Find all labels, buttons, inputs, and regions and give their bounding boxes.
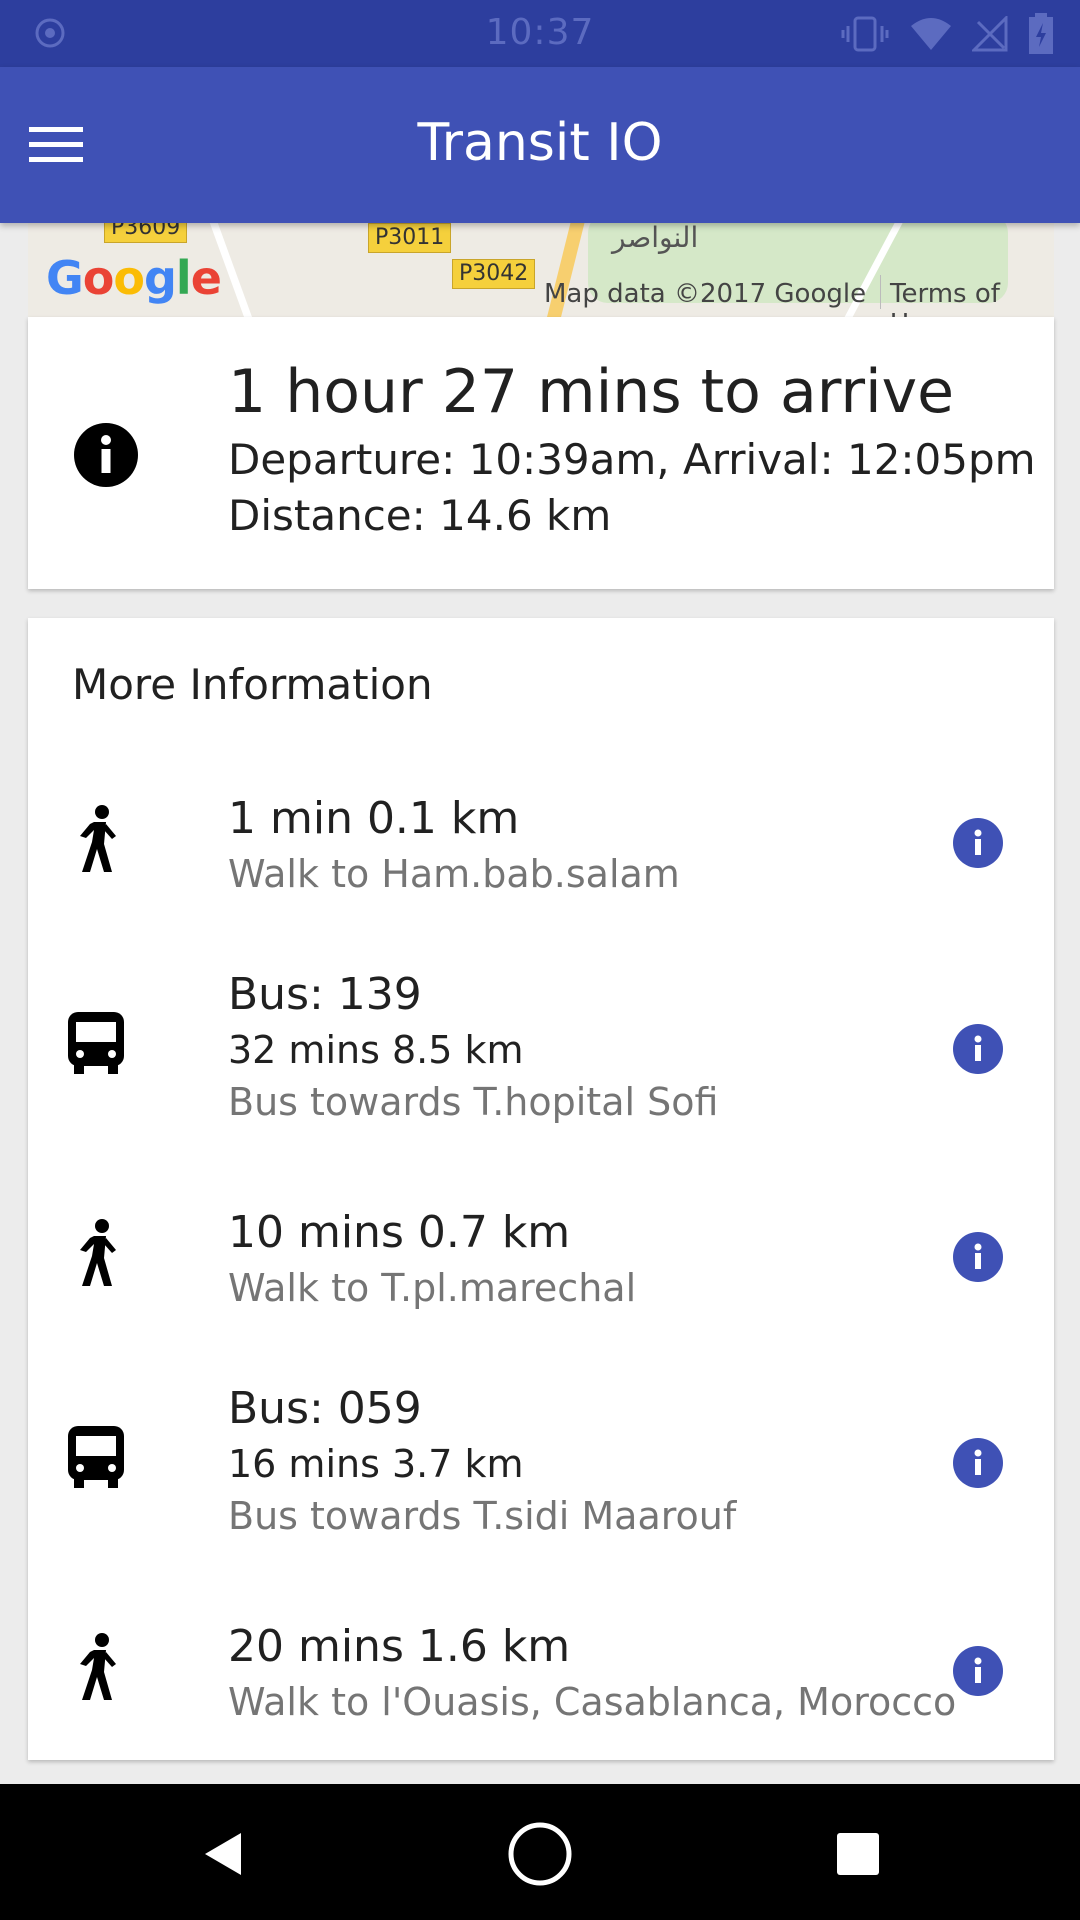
info-icon [974,1243,982,1269]
step-description: Walk to l'Ouasis, Casablanca, Morocco [228,1680,957,1724]
trip-duration: 1 hour 27 mins to arrive [228,357,955,427]
home-button[interactable] [500,1814,580,1894]
recents-square-icon [837,1833,879,1875]
step-text: Bus: 139 32 mins 8.5 km Bus towards T.ho… [228,966,718,1128]
bus-icon [68,1012,124,1074]
walk-icon [80,1219,116,1286]
trip-distance: Distance: 14.6 km [228,491,612,540]
walk-icon [80,1633,116,1700]
step-description: Walk to T.pl.marechal [228,1266,637,1310]
more-information-card: More Information 1 min 0.1 km Walk to Ha… [28,618,1054,1760]
info-icon [974,1657,982,1683]
step-duration: 20 mins 1.6 km [228,1621,571,1672]
step-duration: 10 mins 0.7 km [228,1207,571,1258]
route-step[interactable]: Bus: 139 32 mins 8.5 km Bus towards T.ho… [28,968,1054,1124]
walk-icon [80,805,116,872]
status-bar: 10:37 [0,0,1080,67]
info-icon [974,1449,982,1475]
info-icon [74,423,138,487]
step-info-button[interactable] [953,1646,1003,1696]
step-info-button[interactable] [953,1232,1003,1282]
trip-summary-card: 1 hour 27 mins to arrive Departure: 10:3… [28,317,1054,589]
system-navigation-bar [0,1784,1080,1920]
step-text: 1 min 0.1 km Walk to Ham.bab.salam [228,790,680,900]
step-info-button[interactable] [953,1024,1003,1074]
status-icons [840,12,1054,56]
app-bar: Transit IO [0,67,1080,223]
route-map[interactable]: P3609 P3011 P3042 النواصر Google Map dat… [28,223,1054,317]
step-duration: 16 mins 3.7 km [228,1442,524,1486]
back-button[interactable] [182,1814,262,1894]
battery-icon [1029,13,1053,54]
wifi-icon [911,18,951,50]
map-road-label: P3042 [452,259,536,289]
route-step[interactable]: Bus: 059 16 mins 3.7 km Bus towards T.si… [28,1382,1054,1538]
step-description: Bus towards T.sidi Maarouf [228,1494,737,1538]
no-signal-icon [972,16,1008,52]
info-icon [974,1035,982,1061]
vibrate-icon [841,16,889,52]
step-description: Walk to Ham.bab.salam [228,852,680,896]
trip-times: Departure: 10:39am, Arrival: 12:05pm [228,435,1036,484]
step-info-button[interactable] [953,818,1003,868]
terms-of-use-link[interactable]: Terms of Use [878,279,1054,317]
google-logo: Google [46,251,222,305]
map-place-label: النواصر [612,223,699,254]
more-information-title: More Information [72,660,433,709]
route-step[interactable]: 1 min 0.1 km Walk to Ham.bab.salam [28,793,1054,896]
bus-number: Bus: 139 [228,969,422,1020]
map-road-label: P3011 [368,223,452,253]
step-text: Bus: 059 16 mins 3.7 km Bus towards T.si… [228,1380,736,1542]
app-title: Transit IO [417,113,663,173]
route-step[interactable]: 20 mins 1.6 km Walk to l'Ouasis, Casabla… [28,1621,1054,1724]
step-text: 10 mins 0.7 km Walk to T.pl.marechal [228,1204,636,1314]
bus-icon [68,1426,124,1488]
recents-button[interactable] [818,1814,898,1894]
step-description: Bus towards T.hopital Sofi [228,1080,719,1124]
home-circle-icon [508,1822,572,1886]
step-duration: 32 mins 8.5 km [228,1028,524,1072]
bus-number: Bus: 059 [228,1383,422,1434]
back-triangle-icon [205,1833,241,1875]
route-step[interactable]: 10 mins 0.7 km Walk to T.pl.marechal [28,1207,1054,1310]
map-attribution: Map data ©2017 Google [544,279,867,309]
step-info-button[interactable] [953,1438,1003,1488]
step-text: 20 mins 1.6 km Walk to l'Ouasis, Casabla… [228,1618,956,1728]
map-road-label: P3609 [104,223,188,243]
info-icon [974,829,982,855]
step-duration: 1 min 0.1 km [228,793,520,844]
